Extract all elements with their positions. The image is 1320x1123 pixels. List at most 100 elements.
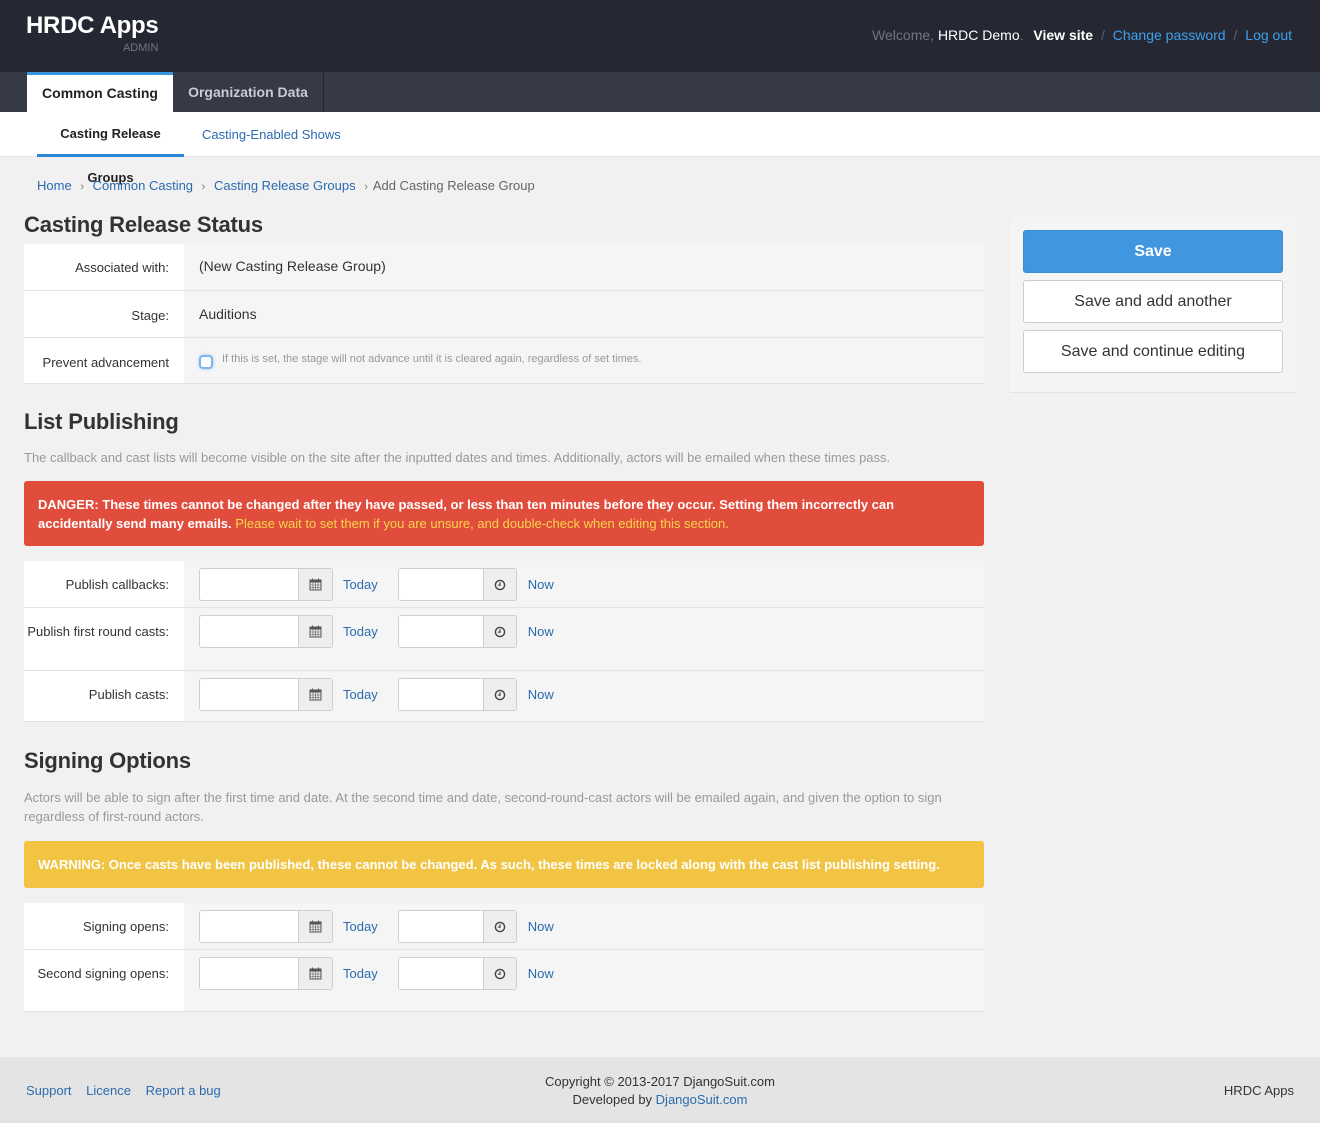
date-input-group [199, 568, 333, 601]
field-label: Publish callbacks: [24, 561, 184, 607]
secondary-nav: Casting Release Groups Casting-Enabled S… [0, 112, 1320, 185]
save-and-add-another-button[interactable]: Save and add another [1023, 280, 1283, 323]
warning-text: WARNING: Once casts have been published,… [38, 857, 940, 872]
developer-link[interactable]: DjangoSuit.com [656, 1092, 748, 1107]
field-label: Second signing opens: [24, 950, 184, 1011]
breadcrumb-separator: › [201, 181, 206, 193]
brand[interactable]: HRDC Apps ADMIN [26, 12, 159, 54]
prevent-advancement-checkbox[interactable] [199, 355, 213, 369]
form-row-prevent-advancement: Prevent advancement If this is set, the … [24, 338, 984, 383]
signing-description: Actors will be able to sign after the fi… [24, 790, 942, 824]
datetime-field: Today Now [184, 608, 984, 670]
breadcrumb-current: Add Casting Release Group [372, 178, 535, 193]
datetime-field: Today Now [184, 903, 984, 949]
datetime-field: Today Now [184, 671, 984, 721]
calendar-icon[interactable] [298, 569, 332, 600]
main-form: Casting Release Status Associated with: … [24, 212, 984, 1012]
tab-common-casting[interactable]: Common Casting [27, 72, 173, 112]
today-link[interactable]: Today [343, 910, 378, 943]
time-input[interactable] [398, 911, 483, 942]
prevent-advancement-help: If this is set, the stage will not advan… [222, 353, 642, 365]
calendar-icon[interactable] [298, 911, 332, 942]
time-input[interactable] [398, 679, 483, 710]
date-input-group [199, 615, 333, 648]
field-label: Signing opens: [24, 903, 184, 949]
section-title-signing: Signing Options [24, 748, 191, 773]
user-tools: Welcome, HRDC Demo. View site / Change p… [872, 27, 1292, 43]
now-link[interactable]: Now [528, 678, 554, 711]
section-title-status: Casting Release Status [24, 212, 263, 237]
time-input[interactable] [398, 569, 483, 600]
breadcrumb-casting-release-groups[interactable]: Casting Release Groups [214, 178, 356, 193]
calendar-icon[interactable] [298, 616, 332, 647]
clock-icon[interactable] [482, 679, 516, 710]
publishing-description: The callback and cast lists will become … [24, 450, 891, 465]
section-title-publishing: List Publishing [24, 409, 179, 434]
calendar-icon[interactable] [298, 958, 332, 989]
signing-fieldset: Signing opens: Today Now Second signing … [24, 903, 984, 1012]
danger-alert: DANGER: These times cannot be changed af… [24, 481, 984, 546]
date-input[interactable] [200, 911, 298, 942]
now-link[interactable]: Now [528, 568, 554, 601]
time-input-group [397, 568, 517, 601]
date-input-group [199, 957, 333, 990]
field-label: Publish first round casts: [24, 608, 184, 670]
form-row-signing-opens: Signing opens: Today Now [24, 903, 984, 950]
view-site-link[interactable]: View site [1033, 27, 1093, 43]
footer-app-name: HRDC Apps [1223, 1083, 1294, 1098]
date-input[interactable] [200, 958, 298, 989]
today-link[interactable]: Today [343, 957, 378, 990]
today-link[interactable]: Today [343, 615, 378, 648]
date-input[interactable] [200, 616, 298, 647]
breadcrumb-common-casting[interactable]: Common Casting [93, 178, 193, 193]
clock-icon[interactable] [482, 958, 516, 989]
clock-icon[interactable] [482, 569, 516, 600]
subtab-casting-enabled-shows[interactable]: Casting-Enabled Shows [202, 112, 341, 157]
time-input-group [397, 957, 517, 990]
log-out-link[interactable]: Log out [1245, 27, 1292, 43]
clock-icon[interactable] [482, 616, 516, 647]
field-value-container: Auditions [184, 291, 984, 337]
username: HRDC Demo [937, 27, 1020, 43]
header: HRDC Apps ADMIN Welcome, HRDC Demo. View… [0, 0, 1320, 72]
copyright-text: Copyright © 2013-2017 DjangoSuit.com [545, 1074, 775, 1089]
field-label: Prevent advancement [24, 338, 184, 383]
field-label: Stage: [24, 291, 184, 337]
brand-title[interactable]: HRDC Apps [26, 12, 159, 40]
submit-box: Save Save and add another Save and conti… [1010, 217, 1296, 393]
date-input-group [199, 678, 333, 711]
now-link[interactable]: Now [528, 957, 554, 990]
time-input-group [397, 678, 517, 711]
time-input-group [397, 910, 517, 943]
save-and-continue-editing-button[interactable]: Save and continue editing [1023, 330, 1283, 373]
date-input-group [199, 910, 333, 943]
form-row-stage: Stage: Auditions [24, 291, 984, 338]
datetime-field: Today Now [184, 561, 984, 607]
today-link[interactable]: Today [343, 678, 378, 711]
now-link[interactable]: Now [528, 910, 554, 943]
subtab-casting-release-groups[interactable]: Casting Release Groups [37, 112, 184, 185]
form-row-publish-casts: Publish casts: Today Now [24, 671, 984, 721]
field-value-container: If this is set, the stage will not advan… [184, 338, 984, 383]
field-label: Associated with: [24, 244, 184, 290]
change-password-link[interactable]: Change password [1113, 27, 1226, 43]
date-input[interactable] [200, 569, 298, 600]
stage-value: Auditions [199, 306, 257, 322]
calendar-icon[interactable] [298, 679, 332, 710]
breadcrumb-separator: › [364, 181, 368, 193]
breadcrumb-home[interactable]: Home [37, 178, 72, 193]
form-row-associated: Associated with: (New Casting Release Gr… [24, 244, 984, 291]
clock-icon[interactable] [482, 911, 516, 942]
associated-value: (New Casting Release Group) [199, 258, 386, 274]
primary-nav: Common Casting Organization Data [0, 72, 1320, 112]
date-input[interactable] [200, 679, 298, 710]
time-input[interactable] [398, 616, 483, 647]
developed-by-line: Developed by DjangoSuit.com [0, 1091, 1320, 1109]
warning-alert: WARNING: Once casts have been published,… [24, 841, 984, 888]
time-input[interactable] [398, 958, 483, 989]
today-link[interactable]: Today [343, 568, 378, 601]
now-link[interactable]: Now [528, 615, 554, 648]
save-button[interactable]: Save [1023, 230, 1283, 273]
tab-organization-data[interactable]: Organization Data [173, 72, 324, 112]
field-label: Publish casts: [24, 671, 184, 721]
